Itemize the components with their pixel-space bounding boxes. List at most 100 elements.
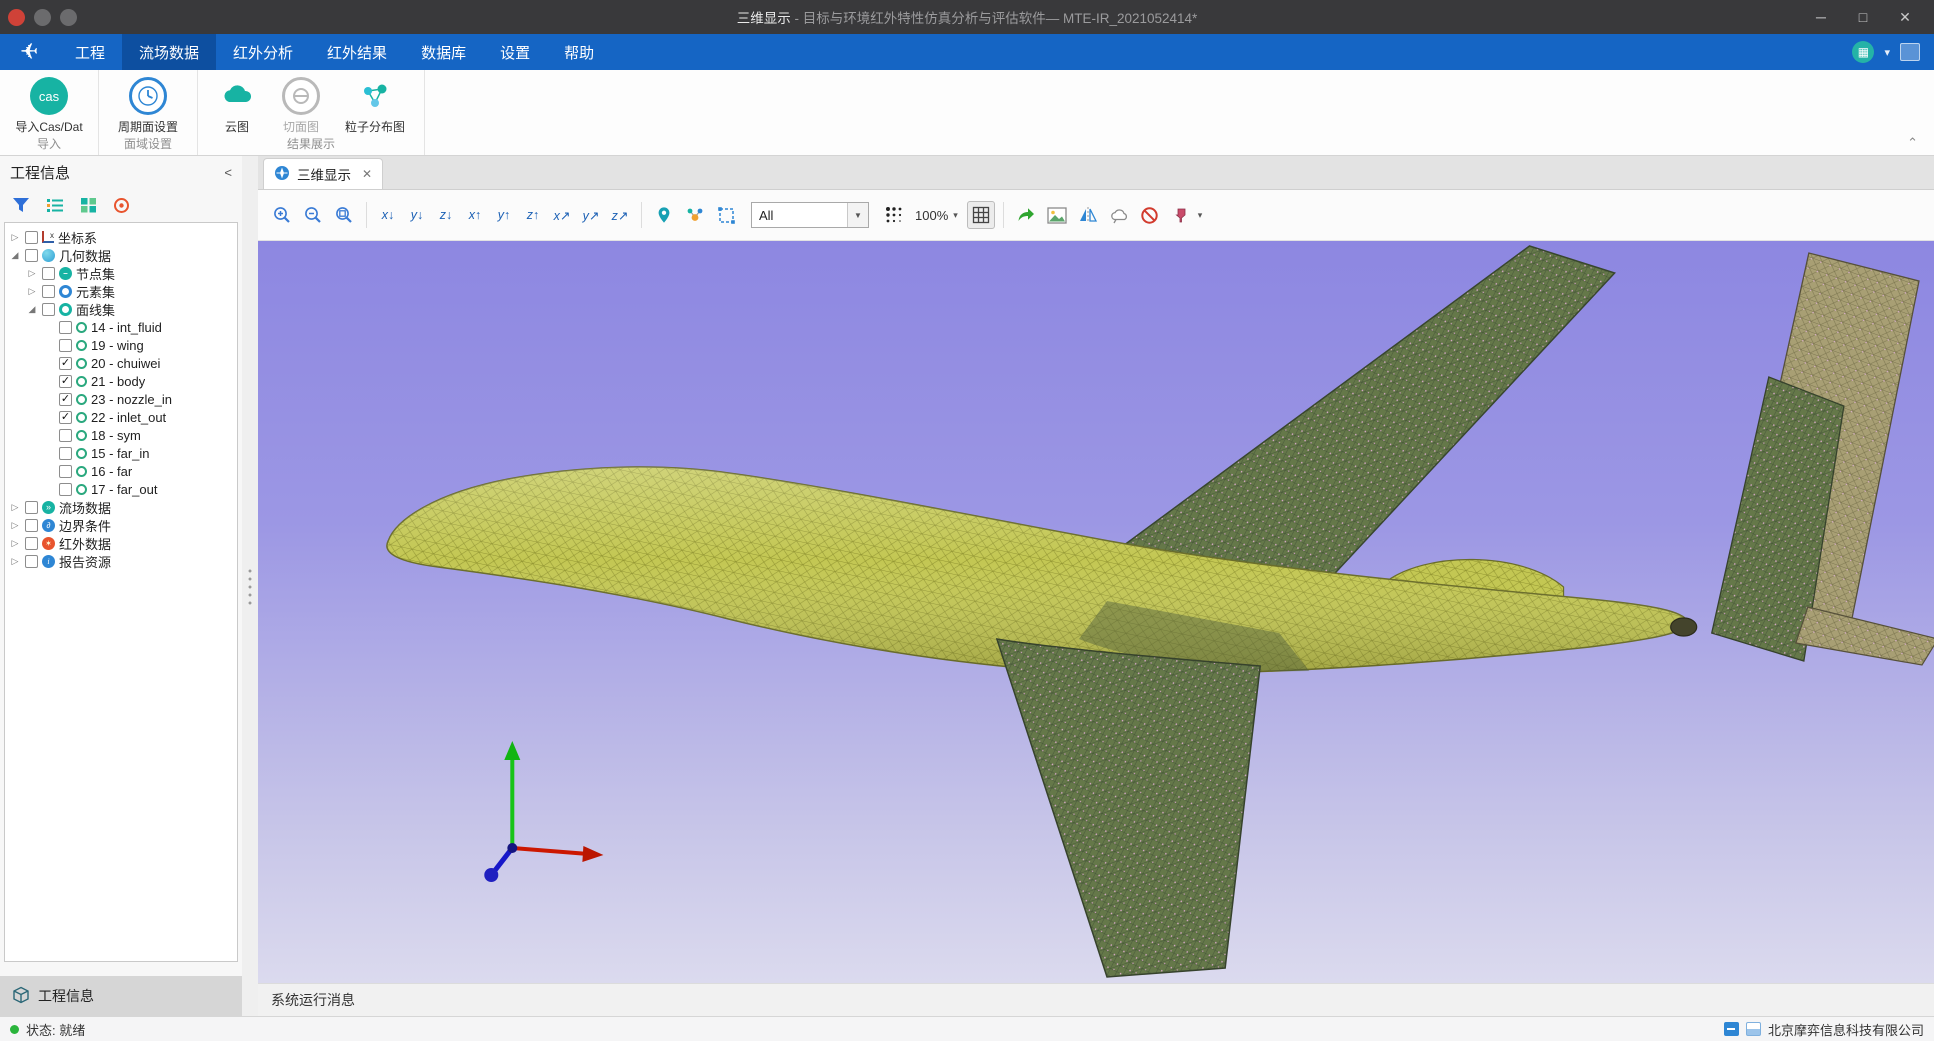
splitter-handle-icon[interactable] [248, 567, 252, 605]
box-select-button[interactable] [712, 201, 740, 229]
filter-funnel-icon[interactable] [12, 197, 30, 213]
view-iso-y-button[interactable]: y↗ [578, 202, 604, 228]
import-casdat-button[interactable]: cas 导入Cas/Dat [10, 75, 88, 135]
clear-cancel-button[interactable] [1136, 201, 1164, 229]
checkbox[interactable] [59, 321, 72, 334]
app-record-icon[interactable] [8, 9, 25, 26]
expander-icon[interactable]: ▷ [9, 538, 21, 549]
console-icon[interactable] [1724, 1022, 1739, 1036]
tree-item-surface[interactable]: 18 - sym [5, 426, 237, 444]
tree-item-element-set[interactable]: ▷ 元素集 [5, 282, 237, 300]
tree-item-face-set[interactable]: ◢ 面线集 [5, 300, 237, 318]
theme-grid-icon[interactable]: ▦ [1852, 41, 1874, 63]
expander-icon[interactable]: ◢ [26, 304, 38, 315]
checkbox[interactable] [42, 303, 55, 316]
checkbox[interactable] [59, 447, 72, 460]
tree-item-geometry-data[interactable]: ◢ 几何数据 [5, 246, 237, 264]
maximize-button[interactable]: □ [1842, 0, 1884, 34]
view-z-up-button[interactable]: z↑ [520, 202, 546, 228]
mirror-tool-button[interactable] [1074, 201, 1102, 229]
tree-item-surface[interactable]: 19 - wing [5, 336, 237, 354]
chevron-down-icon[interactable]: ▾ [1884, 46, 1890, 59]
lasso-select-button[interactable] [1105, 201, 1133, 229]
tree-item-surface[interactable]: 23 - nozzle_in [5, 390, 237, 408]
panel-splitter[interactable] [242, 156, 258, 1016]
layout-split-icon[interactable] [1746, 1022, 1761, 1036]
display-filter-select[interactable]: All ▼ [751, 202, 869, 228]
tree-item-surface[interactable]: 15 - far_in [5, 444, 237, 462]
snapshot-image-button[interactable] [1043, 201, 1071, 229]
contour-cloud-button[interactable]: 云图 [208, 75, 266, 135]
close-button[interactable]: ✕ [1884, 0, 1926, 34]
particle-distribution-button[interactable]: 粒子分布图 [336, 75, 414, 135]
chevron-down-icon[interactable]: ▾ [1198, 210, 1203, 221]
checkbox[interactable] [59, 357, 72, 370]
view-x-down-button[interactable]: x↓ [375, 202, 401, 228]
expander-icon[interactable]: ▷ [26, 268, 38, 279]
expander-icon[interactable]: ▷ [9, 502, 21, 513]
checkbox[interactable] [59, 393, 72, 406]
checkbox[interactable] [25, 537, 38, 550]
view-x-up-button[interactable]: x↑ [462, 202, 488, 228]
project-info-dock-tab[interactable]: 工程信息 [0, 976, 242, 1016]
checkbox[interactable] [25, 555, 38, 568]
menu-item-project[interactable]: 工程 [58, 34, 122, 70]
tree-item-node-set[interactable]: ▷ 节点集 [5, 264, 237, 282]
menu-item-settings[interactable]: 设置 [483, 34, 547, 70]
checkbox[interactable] [59, 411, 72, 424]
menu-item-help[interactable]: 帮助 [547, 34, 611, 70]
tree-item-surface[interactable]: 21 - body [5, 372, 237, 390]
checkbox[interactable] [59, 465, 72, 478]
checkbox[interactable] [59, 375, 72, 388]
target-locate-icon[interactable] [113, 197, 130, 214]
probe-pin-button[interactable] [650, 201, 678, 229]
minimize-button[interactable]: ─ [1800, 0, 1842, 34]
layout-window-icon[interactable] [1900, 43, 1920, 61]
expander-icon[interactable]: ▷ [9, 556, 21, 567]
tree-item-coordinate-system[interactable]: ▷ x 坐标系 [5, 228, 237, 246]
tree-item-report-resources[interactable]: ▷ 报告资源 [5, 552, 237, 570]
panel-collapse-icon[interactable]: < [224, 165, 232, 180]
opacity-halftone-button[interactable] [880, 201, 908, 229]
checkbox[interactable] [59, 339, 72, 352]
annotation-pin-button[interactable] [1167, 201, 1195, 229]
tree-item-boundary-conditions[interactable]: ▷ 边界条件 [5, 516, 237, 534]
checkbox[interactable] [42, 285, 55, 298]
view-y-up-button[interactable]: y↑ [491, 202, 517, 228]
menu-item-database[interactable]: 数据库 [404, 34, 483, 70]
list-view-icon[interactable] [46, 197, 64, 213]
slice-plane-button[interactable]: 切面图 [272, 75, 330, 135]
view-iso-x-button[interactable]: x↗ [549, 202, 575, 228]
checkbox[interactable] [25, 501, 38, 514]
zoom-out-button[interactable] [299, 201, 327, 229]
tree-item-surface[interactable]: 17 - far_out [5, 480, 237, 498]
tree-item-surface[interactable]: 16 - far [5, 462, 237, 480]
view-y-down-button[interactable]: y↓ [404, 202, 430, 228]
expander-icon[interactable]: ▷ [9, 520, 21, 531]
expander-icon[interactable]: ▷ [26, 286, 38, 297]
ribbon-collapse-icon[interactable]: ⌃ [1907, 135, 1934, 155]
app-icon-1[interactable] [34, 9, 51, 26]
zoom-in-button[interactable] [268, 201, 296, 229]
view-iso-z-button[interactable]: z↗ [607, 202, 633, 228]
expander-icon[interactable]: ◢ [9, 250, 21, 261]
tree-item-surface[interactable]: 14 - int_fluid [5, 318, 237, 336]
checkbox[interactable] [59, 483, 72, 496]
tab-close-icon[interactable]: ✕ [362, 167, 372, 181]
checkbox[interactable] [25, 519, 38, 532]
checkbox[interactable] [25, 231, 38, 244]
menu-item-flow-data[interactable]: 流场数据 [122, 34, 216, 70]
viewport-3d[interactable] [258, 241, 1934, 983]
checkbox[interactable] [25, 249, 38, 262]
menu-item-infrared-results[interactable]: 红外结果 [310, 34, 404, 70]
expander-icon[interactable]: ▷ [9, 232, 21, 243]
chevron-down-icon[interactable]: ▾ [953, 210, 958, 221]
chevron-down-icon[interactable]: ▼ [847, 203, 868, 227]
periodic-face-settings-button[interactable]: 周期面设置 [109, 75, 187, 135]
menu-item-infrared-analysis[interactable]: 红外分析 [216, 34, 310, 70]
zoom-fit-button[interactable] [330, 201, 358, 229]
app-icon-2[interactable] [60, 9, 77, 26]
tree-item-infrared-data[interactable]: ▷ 红外数据 [5, 534, 237, 552]
tree-item-surface[interactable]: 22 - inlet_out [5, 408, 237, 426]
tree-item-surface[interactable]: 20 - chuiwei [5, 354, 237, 372]
